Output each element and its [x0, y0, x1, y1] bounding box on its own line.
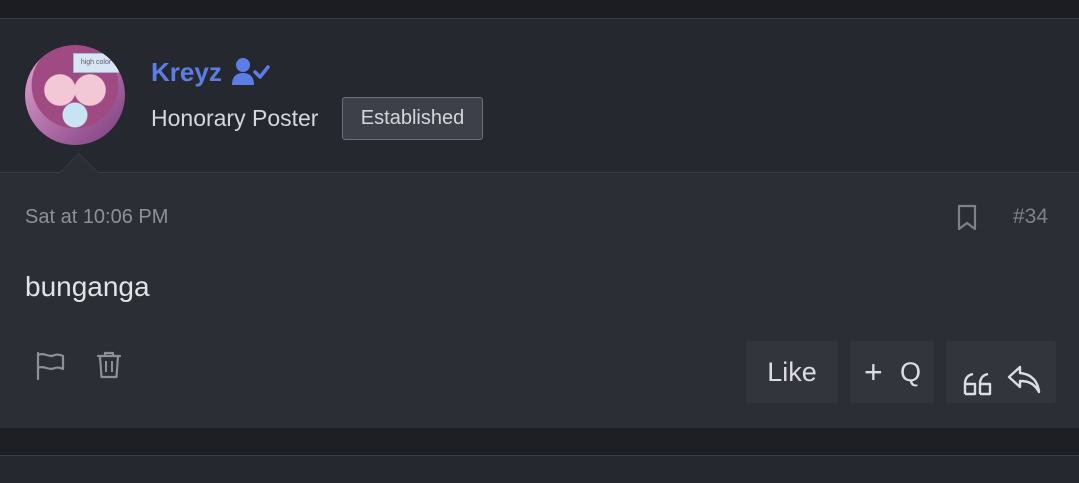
bookmark-icon[interactable] [955, 204, 979, 237]
user-title: Honorary Poster [151, 105, 319, 131]
next-post-header [0, 455, 1079, 483]
quote-icon [962, 358, 994, 420]
post-message: bunganga [25, 271, 150, 302]
like-button[interactable]: Like [746, 341, 838, 403]
reply-button[interactable] [946, 341, 1056, 403]
user-banner: Established [342, 97, 483, 140]
plus-icon: + [864, 354, 883, 390]
post-date[interactable]: Sat at 10:06 PM [25, 206, 168, 229]
avatar[interactable]: high color [25, 45, 125, 145]
multiquote-label: Q [900, 357, 922, 387]
multiquote-button[interactable]: + Q [850, 341, 934, 403]
reply-icon [1006, 356, 1042, 418]
top-strip [0, 0, 1079, 18]
header-pointer [59, 153, 99, 173]
user-verified-icon [232, 57, 270, 92]
post-container: high color Kreyz Honorary Poster Establi… [0, 18, 1079, 429]
flag-icon[interactable] [35, 351, 65, 386]
username-link[interactable]: Kreyz [151, 57, 222, 88]
post-user-header: high color Kreyz Honorary Poster Establi… [0, 19, 1079, 173]
trash-icon[interactable] [96, 350, 122, 385]
post-number[interactable]: #34 [1013, 205, 1048, 229]
avatar-badge: high color [73, 53, 119, 73]
post-divider [0, 428, 1079, 455]
